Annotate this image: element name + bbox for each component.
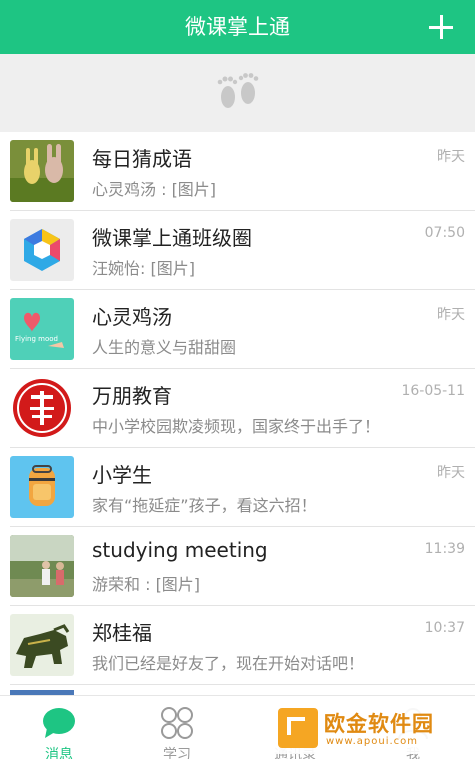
conversation-name: 万朋教育 [92, 384, 172, 408]
grid-icon [161, 707, 193, 739]
avatar [10, 456, 74, 518]
top-bar: 微课掌上通 [0, 0, 475, 54]
conversation-row[interactable]: Flying mood 心灵鸡汤 人生的意义与甜甜圈 昨天 [0, 290, 475, 369]
conversation-time: 昨天 [437, 149, 465, 165]
tab-label: 学习 [163, 747, 191, 759]
watermark-url: www.apoui.com [326, 736, 419, 747]
conversation-row[interactable]: 每日猜成语 心灵鸡汤 : [图片] 昨天 [0, 132, 475, 211]
avatar-text: Flying mood [15, 335, 58, 343]
conversation-row[interactable]: 郑桂福 我们已经是好友了，现在开始对话吧！ 10:37 [0, 606, 475, 685]
watermark-text: 欧金软件园 [324, 712, 434, 736]
conversation-time: 07:50 [424, 225, 465, 241]
avatar [10, 535, 74, 597]
conversation-name: 小学生 [92, 463, 152, 487]
watermark-logo-icon [278, 708, 318, 748]
plus-icon[interactable] [429, 15, 453, 39]
conversation-preview: 心灵鸡汤 : [图片] [92, 180, 217, 199]
conversation-time: 昨天 [437, 307, 465, 323]
avatar [10, 219, 74, 281]
conversation-name: 每日猜成语 [92, 147, 192, 171]
conversation-time: 11:39 [424, 541, 465, 557]
footprints-icon [217, 73, 259, 108]
conversation-preview: 我们已经是好友了，现在开始对话吧！ [92, 654, 365, 673]
conversation-row[interactable]: 小学生 家有“拖延症”孩子，看这六招！ 昨天 [0, 448, 475, 527]
conversation-row[interactable]: 万朋教育 中小学校园欺凌频现，国家终于出手了！ 16-05-11 [0, 369, 475, 448]
avatar [10, 140, 74, 202]
conversation-preview: 家有“拖延症”孩子，看这六招！ [92, 496, 317, 515]
chat-bubble-icon [43, 708, 75, 738]
pull-refresh-area [0, 54, 475, 132]
tab-messages[interactable]: 消息 [0, 696, 118, 759]
conversation-time: 昨天 [437, 465, 465, 481]
tab-label: 消息 [45, 747, 73, 759]
avatar: Flying mood [10, 298, 74, 360]
tab-study[interactable]: 学习 [118, 696, 236, 759]
conversation-name: 郑桂福 [92, 621, 152, 645]
conversation-preview: 游荣和 : [图片] [92, 575, 201, 594]
watermark-overlay: 欧金软件园 www.apoui.com [270, 704, 470, 754]
conversation-time: 10:37 [424, 620, 465, 636]
conversation-time: 16-05-11 [401, 383, 465, 399]
conversation-row[interactable]: 微课掌上通班级圈 汪婉怡: [图片] 07:50 [0, 211, 475, 290]
conversation-preview: 人生的意义与甜甜圈 [92, 338, 237, 357]
avatar [10, 377, 74, 439]
conversation-preview: 汪婉怡: [图片] [92, 259, 195, 278]
conversation-name: studying meeting [92, 538, 268, 562]
conversation-row[interactable]: studying meeting 游荣和 : [图片] 11:39 [0, 527, 475, 606]
conversation-list: 每日猜成语 心灵鸡汤 : [图片] 昨天 微课掌上通班级圈 汪婉怡: [图片] … [0, 132, 475, 685]
conversation-preview: 中小学校园欺凌频现，国家终于出手了！ [92, 417, 381, 436]
page-title: 微课掌上通 [185, 15, 290, 39]
avatar [10, 614, 74, 676]
conversation-name: 微课掌上通班级圈 [92, 226, 252, 250]
conversation-name: 心灵鸡汤 [92, 305, 172, 329]
